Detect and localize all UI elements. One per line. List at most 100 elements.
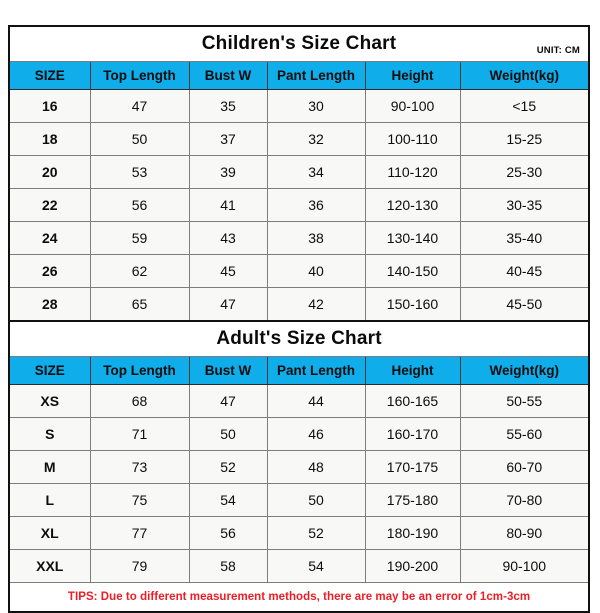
- cell-size: 16: [10, 89, 91, 123]
- cell-height: 190-200: [364, 549, 461, 583]
- cell-weight: 25-30: [459, 155, 589, 189]
- childrens-size-chart: Children's Size Chart UNIT: CM SIZE Top …: [8, 25, 590, 322]
- cell-bust-w: 39: [188, 155, 268, 189]
- cell-top-length: 59: [89, 221, 190, 255]
- cell-bust-w: 35: [188, 89, 268, 123]
- cell-pant-length: 42: [266, 287, 366, 320]
- table-row: 20 53 39 34 110-120 25-30: [10, 155, 589, 189]
- cell-height: 90-100: [364, 89, 461, 123]
- cell-top-length: 68: [89, 384, 190, 418]
- cell-size: 24: [10, 221, 91, 255]
- table-row: XXL 79 58 54 190-200 90-100: [10, 549, 589, 583]
- cell-pant-length: 46: [266, 417, 366, 451]
- table-row: M 73 52 48 170-175 60-70: [10, 450, 589, 484]
- column-header-size: SIZE: [10, 356, 91, 385]
- cell-weight: 15-25: [459, 122, 589, 156]
- cell-top-length: 71: [89, 417, 190, 451]
- cell-weight: <15: [459, 89, 589, 123]
- cell-weight: 40-45: [459, 254, 589, 288]
- cell-bust-w: 37: [188, 122, 268, 156]
- cell-pant-length: 34: [266, 155, 366, 189]
- column-header-top-length: Top Length: [89, 356, 190, 385]
- childrens-size-table: Children's Size Chart UNIT: CM SIZE Top …: [10, 27, 589, 320]
- cell-pant-length: 50: [266, 483, 366, 517]
- childrens-chart-title: Children's Size Chart: [201, 33, 397, 54]
- childrens-title-cell: Children's Size Chart UNIT: CM: [10, 27, 589, 62]
- adults-title-cell: Adult's Size Chart: [10, 322, 589, 357]
- cell-bust-w: 41: [188, 188, 268, 222]
- cell-size: XS: [10, 384, 91, 418]
- column-header-weight: Weight(kg): [459, 356, 589, 385]
- cell-size: 22: [10, 188, 91, 222]
- cell-top-length: 62: [89, 254, 190, 288]
- cell-top-length: 77: [89, 516, 190, 550]
- cell-weight: 60-70: [459, 450, 589, 484]
- cell-pant-length: 44: [266, 384, 366, 418]
- table-row: 24 59 43 38 130-140 35-40: [10, 221, 589, 255]
- cell-top-length: 53: [89, 155, 190, 189]
- childrens-header-row: SIZE Top Length Bust W Pant Length Heigh…: [10, 61, 589, 90]
- cell-weight: 30-35: [459, 188, 589, 222]
- cell-bust-w: 47: [188, 384, 268, 418]
- childrens-title-row: Children's Size Chart UNIT: CM: [10, 27, 589, 62]
- column-header-bust-w: Bust W: [188, 61, 268, 90]
- cell-height: 170-175: [364, 450, 461, 484]
- table-row: 16 47 35 30 90-100 <15: [10, 89, 589, 123]
- column-header-weight: Weight(kg): [459, 61, 589, 90]
- cell-size: L: [10, 483, 91, 517]
- cell-size: XL: [10, 516, 91, 550]
- cell-top-length: 79: [89, 549, 190, 583]
- cell-height: 150-160: [364, 287, 461, 320]
- cell-weight: 45-50: [459, 287, 589, 320]
- cell-top-length: 50: [89, 122, 190, 156]
- cell-height: 180-190: [364, 516, 461, 550]
- cell-height: 100-110: [364, 122, 461, 156]
- adults-header-row: SIZE Top Length Bust W Pant Length Heigh…: [10, 356, 589, 385]
- cell-weight: 35-40: [459, 221, 589, 255]
- cell-top-length: 56: [89, 188, 190, 222]
- cell-bust-w: 52: [188, 450, 268, 484]
- column-header-bust-w: Bust W: [188, 356, 268, 385]
- unit-label: UNIT: CM: [536, 45, 581, 56]
- cell-size: 20: [10, 155, 91, 189]
- cell-pant-length: 32: [266, 122, 366, 156]
- column-header-height: Height: [364, 61, 461, 90]
- cell-pant-length: 30: [266, 89, 366, 123]
- adults-title-row: Adult's Size Chart: [10, 322, 589, 357]
- cell-height: 175-180: [364, 483, 461, 517]
- column-header-pant-length: Pant Length: [266, 61, 366, 90]
- cell-bust-w: 47: [188, 287, 268, 320]
- cell-bust-w: 58: [188, 549, 268, 583]
- table-row: 22 56 41 36 120-130 30-35: [10, 188, 589, 222]
- cell-height: 120-130: [364, 188, 461, 222]
- column-header-top-length: Top Length: [89, 61, 190, 90]
- cell-bust-w: 45: [188, 254, 268, 288]
- cell-height: 140-150: [364, 254, 461, 288]
- cell-pant-length: 40: [266, 254, 366, 288]
- cell-pant-length: 48: [266, 450, 366, 484]
- table-row: S 71 50 46 160-170 55-60: [10, 417, 589, 451]
- tips-row: TIPS: Due to different measurement metho…: [10, 582, 589, 611]
- table-row: 18 50 37 32 100-110 15-25: [10, 122, 589, 156]
- cell-bust-w: 54: [188, 483, 268, 517]
- cell-size: 28: [10, 287, 91, 320]
- cell-weight: 90-100: [459, 549, 589, 583]
- cell-height: 130-140: [364, 221, 461, 255]
- column-header-size: SIZE: [10, 61, 91, 90]
- cell-size: 18: [10, 122, 91, 156]
- column-header-pant-length: Pant Length: [266, 356, 366, 385]
- cell-pant-length: 36: [266, 188, 366, 222]
- cell-height: 160-165: [364, 384, 461, 418]
- cell-size: M: [10, 450, 91, 484]
- adults-chart-title: Adult's Size Chart: [216, 328, 382, 349]
- cell-weight: 50-55: [459, 384, 589, 418]
- table-row: 26 62 45 40 140-150 40-45: [10, 254, 589, 288]
- cell-size: 26: [10, 254, 91, 288]
- cell-top-length: 75: [89, 483, 190, 517]
- cell-top-length: 65: [89, 287, 190, 320]
- size-chart-page: Children's Size Chart UNIT: CM SIZE Top …: [0, 0, 600, 613]
- cell-weight: 80-90: [459, 516, 589, 550]
- table-row: 28 65 47 42 150-160 45-50: [10, 287, 589, 320]
- cell-weight: 70-80: [459, 483, 589, 517]
- cell-height: 160-170: [364, 417, 461, 451]
